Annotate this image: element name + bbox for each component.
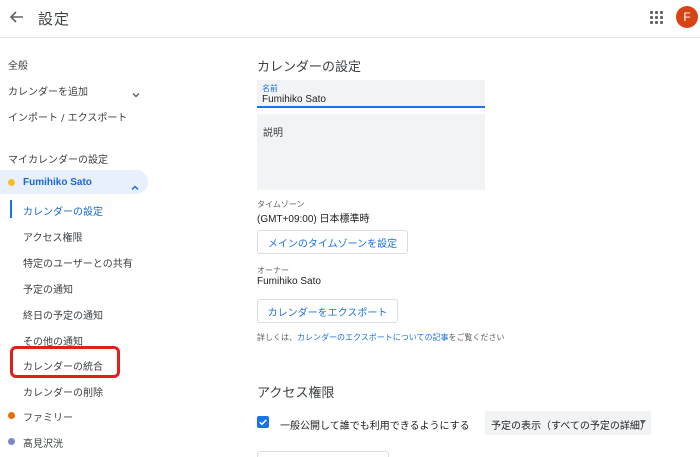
description-field[interactable]: 説明 bbox=[257, 114, 485, 190]
help-prefix: 詳しくは、 bbox=[257, 333, 297, 342]
section-title-access: アクセス権限 bbox=[257, 386, 335, 401]
section-title-calendar-settings: カレンダーの設定 bbox=[257, 60, 362, 75]
name-label: 名前 bbox=[262, 84, 278, 93]
sidebar-item-takamizawa[interactable]: 髙見沢洸 bbox=[23, 435, 63, 450]
field-underline bbox=[257, 106, 485, 108]
help-suffix: をご覧ください bbox=[448, 333, 505, 342]
export-help-link[interactable]: カレンダーのエクスポートについての記事 bbox=[297, 333, 449, 342]
visibility-select-value: 予定の表示（すべての予定の詳細） bbox=[491, 421, 650, 432]
sidebar-sub-delete-calendar[interactable]: カレンダーの削除 bbox=[23, 384, 103, 399]
sidebar-sub-event-notifications[interactable]: 予定の通知 bbox=[23, 281, 73, 296]
chevron-down-icon[interactable] bbox=[131, 85, 141, 98]
name-field[interactable]: 名前 Fumihiko Sato bbox=[257, 80, 485, 108]
active-indicator bbox=[10, 200, 12, 218]
sidebar-sub-access[interactable]: アクセス権限 bbox=[23, 229, 83, 244]
public-checkbox[interactable] bbox=[257, 416, 269, 428]
sidebar-sub-calendar-settings[interactable]: カレンダーの設定 bbox=[23, 203, 103, 218]
sidebar-item-family[interactable]: ファミリー bbox=[23, 409, 73, 424]
top-bar: 設定 F bbox=[0, 0, 700, 38]
current-calendar-name[interactable]: Fumihiko Sato bbox=[23, 177, 92, 188]
avatar[interactable]: F bbox=[676, 6, 698, 28]
set-main-timezone-button[interactable]: メインのタイムゾーンを設定 bbox=[257, 230, 408, 254]
calendar-color-dot bbox=[8, 438, 15, 445]
name-value[interactable]: Fumihiko Sato bbox=[262, 94, 326, 105]
export-help-text: 詳しくは、カレンダーのエクスポートについての記事をご覧ください bbox=[257, 332, 505, 343]
sidebar-item-add-calendar[interactable]: カレンダーを追加 bbox=[8, 83, 88, 98]
sidebar-item-general[interactable]: 全般 bbox=[8, 57, 28, 72]
checkmark-icon bbox=[259, 419, 267, 426]
sidebar-heading-my-calendars: マイカレンダーの設定 bbox=[8, 155, 108, 166]
visibility-select[interactable]: 予定の表示（すべての予定の詳細） bbox=[485, 411, 651, 435]
partial-button[interactable] bbox=[257, 451, 389, 457]
export-calendar-button[interactable]: カレンダーをエクスポート bbox=[257, 299, 398, 323]
sidebar-sub-sharing[interactable]: 特定のユーザーとの共有 bbox=[23, 255, 133, 270]
calendar-color-dot bbox=[8, 412, 15, 419]
apps-grid-icon[interactable] bbox=[649, 10, 665, 26]
owner-value: Fumihiko Sato bbox=[257, 276, 321, 287]
timezone-label: タイムゾーン bbox=[257, 200, 305, 209]
timezone-value: (GMT+09:00) 日本標準時 bbox=[257, 214, 370, 225]
owner-label: オーナー bbox=[257, 266, 289, 275]
public-checkbox-label[interactable]: 一般公開して誰でも利用できるようにする bbox=[280, 417, 470, 432]
calendar-color-dot bbox=[8, 179, 15, 186]
highlight-annotation bbox=[10, 346, 120, 378]
sidebar-item-import-export[interactable]: インポート / エクスポート bbox=[8, 109, 127, 124]
dropdown-arrow-icon bbox=[640, 420, 646, 424]
chevron-up-icon[interactable] bbox=[130, 178, 140, 190]
description-placeholder: 説明 bbox=[263, 128, 283, 139]
sidebar-sub-allday-notifications[interactable]: 終日の予定の通知 bbox=[23, 307, 103, 322]
page-title: 設定 bbox=[38, 10, 71, 28]
back-arrow-icon[interactable] bbox=[6, 6, 28, 28]
